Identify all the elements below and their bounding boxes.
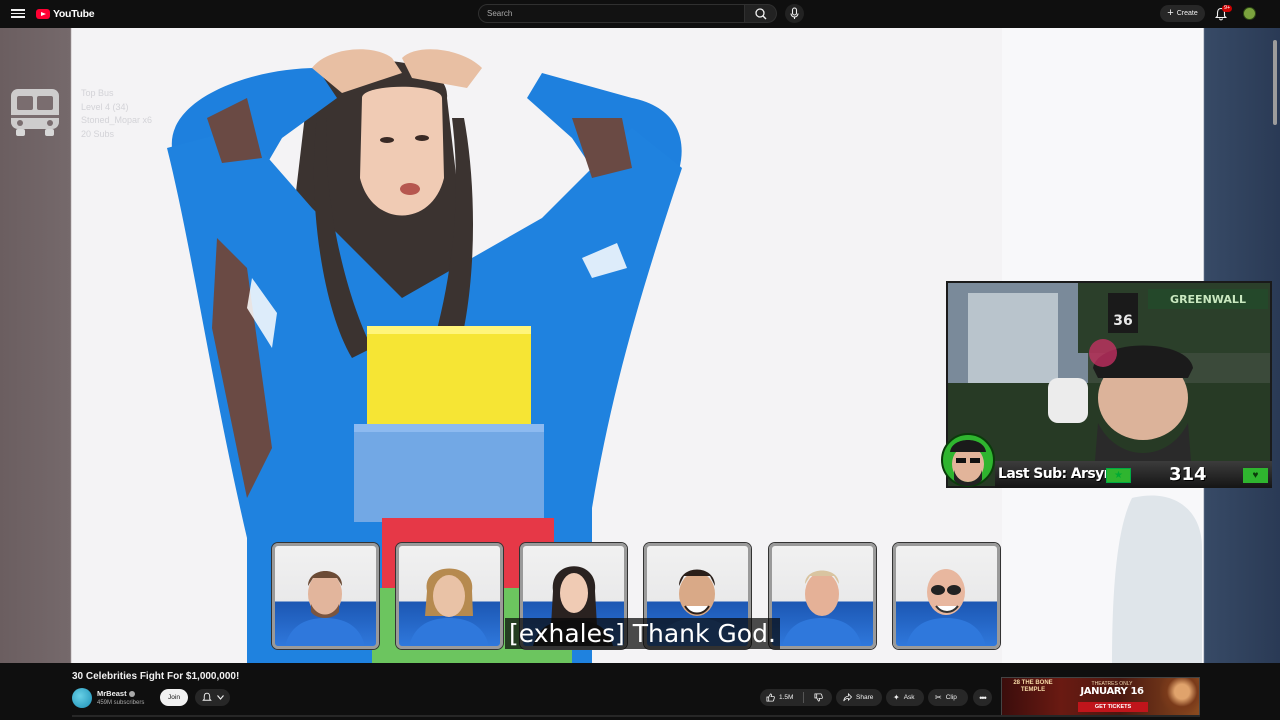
scissors-icon: ✂: [935, 693, 942, 702]
microphone-icon: [790, 7, 799, 19]
ask-button[interactable]: ✦ Ask: [886, 689, 924, 706]
ad-release-date: JANUARY 16: [1080, 686, 1144, 697]
contestant-portrait: [396, 543, 503, 649]
ask-label: Ask: [903, 694, 915, 701]
clip-label: Clip: [945, 694, 957, 701]
contestant-portrait: [272, 543, 379, 649]
youtube-logo[interactable]: YouTube: [36, 7, 95, 21]
voice-search-button[interactable]: [785, 4, 804, 23]
like-divider: [803, 692, 805, 703]
bell-icon: [201, 692, 212, 701]
top-bus-title: Top Bus: [81, 88, 114, 98]
more-horizontal-icon: •••: [979, 692, 987, 703]
menu-icon[interactable]: [11, 7, 25, 21]
subscription-bell-button[interactable]: [195, 689, 230, 706]
logo-text: YouTube: [53, 8, 95, 20]
last-sub-label: Last Sub: Arsynn: [998, 466, 1123, 482]
account-avatar[interactable]: [1243, 7, 1256, 20]
plus-icon: +: [1167, 7, 1174, 19]
video-title: 30 Celebrities Fight For $1,000,000!: [72, 671, 240, 682]
top-bus-level: Level 4 (34): [81, 101, 129, 112]
ad-banner[interactable]: 28 THE BONE TEMPLE THEATRES ONLY JANUARY…: [1001, 677, 1200, 716]
closed-caption: [exhales] Thank God.: [505, 618, 780, 649]
page-scrollbar[interactable]: [1273, 40, 1277, 125]
more-actions-button[interactable]: •••: [973, 689, 992, 706]
thumbs-up-icon: [766, 693, 775, 702]
clip-button[interactable]: ✂ Clip: [928, 689, 968, 706]
channel-avatar[interactable]: [72, 688, 92, 708]
webcam-jersey-number: 36: [1113, 313, 1132, 329]
share-icon: [843, 693, 852, 702]
search-input[interactable]: Search: [478, 4, 745, 23]
verified-icon: [128, 691, 135, 698]
thumbs-down-icon: [814, 693, 824, 702]
top-bus-subs: 20 Subs: [81, 128, 115, 139]
channel-name[interactable]: MrBeast: [97, 689, 135, 698]
divider: [72, 715, 1200, 717]
sparkle-icon: ✦: [893, 693, 900, 702]
bus-icon: [11, 89, 59, 136]
like-count: 1.5M: [779, 694, 794, 701]
sub-count: 314: [1169, 464, 1207, 485]
search-button[interactable]: [745, 4, 777, 23]
top-bus-user: Stoned_Mopar x6: [81, 115, 153, 125]
chevron-down-icon: [216, 695, 224, 700]
share-button[interactable]: Share: [836, 689, 882, 706]
like-dislike-group: 1.5M: [760, 689, 832, 706]
top-bus-info: Top Bus Level 4 (34) Stoned_Mopar x6 20 …: [81, 87, 152, 141]
create-button[interactable]: + Create: [1160, 5, 1205, 22]
heart-icon: ♥: [1243, 468, 1268, 483]
ad-movie-title: 28 THE BONE TEMPLE: [1013, 680, 1053, 693]
star-icon: ★: [1106, 468, 1131, 483]
notification-badge: 9+: [1222, 5, 1233, 12]
search-icon: [755, 8, 767, 20]
ad-get-tickets-button[interactable]: GET TICKETS: [1078, 702, 1148, 712]
contestant-portrait: [893, 543, 1000, 649]
join-button[interactable]: Join: [160, 689, 188, 706]
like-button[interactable]: 1.5M: [760, 689, 799, 706]
dislike-button[interactable]: [808, 689, 829, 706]
contestant-portrait: [769, 543, 876, 649]
subscriber-count: 459M subscribers: [97, 700, 145, 706]
youtube-play-icon: [36, 9, 50, 19]
ad-figure-image: [1160, 678, 1199, 715]
share-label: Share: [856, 694, 874, 701]
webcam-sign: GREENWALL: [1170, 293, 1246, 306]
create-label: Create: [1176, 10, 1198, 17]
top-bar: YouTube Search + Create 9+: [0, 0, 1280, 28]
channel-name-text[interactable]: MrBeast: [97, 689, 127, 698]
streamer-avatar-icon: [941, 433, 995, 487]
